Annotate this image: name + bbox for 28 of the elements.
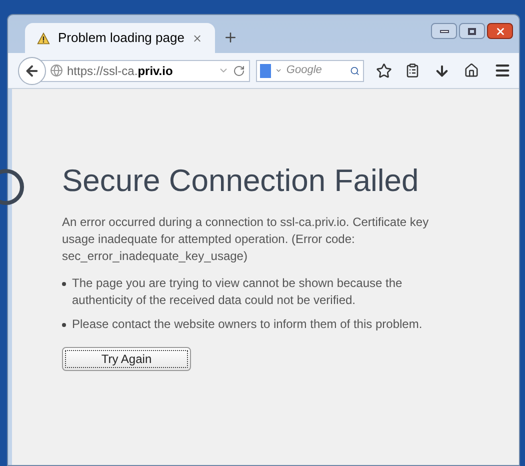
bookmark-star-icon[interactable]	[376, 62, 392, 78]
error-title: Secure Connection Failed	[62, 165, 420, 196]
bookmarks-list-icon[interactable]	[405, 63, 420, 78]
close-window-button[interactable]	[487, 23, 513, 39]
back-button[interactable]	[18, 56, 46, 84]
search-field[interactable]: Google	[286, 62, 346, 79]
menu-icon[interactable]	[494, 62, 511, 79]
error-bullet: The page you are trying to view cannot be shown because the authenticity of the received data could not be verified.	[62, 275, 447, 309]
search-icon[interactable]	[350, 64, 360, 76]
address-url: https://ssl-ca.priv.io	[67, 62, 174, 80]
reload-icon[interactable]	[233, 64, 245, 76]
error-bullet: Please contact the website owners to inform them of this problem.	[62, 316, 447, 333]
minimize-button[interactable]	[431, 23, 457, 39]
try-again-button[interactable]: Try Again	[62, 347, 191, 371]
search-box[interactable]: Google	[256, 60, 364, 82]
home-icon[interactable]	[464, 63, 479, 78]
error-description: An error occurred during a connection to ssl-ca.priv.io. Certificate key usage inadequate for attempted operation. (Error code: sec_error_inadequate_key_usage)	[62, 214, 430, 265]
globe-icon	[50, 64, 63, 77]
bullet-icon	[62, 323, 66, 327]
maximize-button[interactable]	[459, 23, 485, 39]
new-tab-icon[interactable]	[223, 30, 238, 45]
tab-title: Problem loading page	[58, 29, 184, 48]
bullet-icon	[62, 282, 66, 286]
warning-icon	[37, 30, 50, 46]
download-icon[interactable]	[434, 62, 450, 78]
browser-tab[interactable]: Problem loading page	[25, 23, 215, 53]
close-icon	[494, 26, 506, 36]
address-bar[interactable]: https://ssl-ca.priv.io	[41, 60, 250, 82]
